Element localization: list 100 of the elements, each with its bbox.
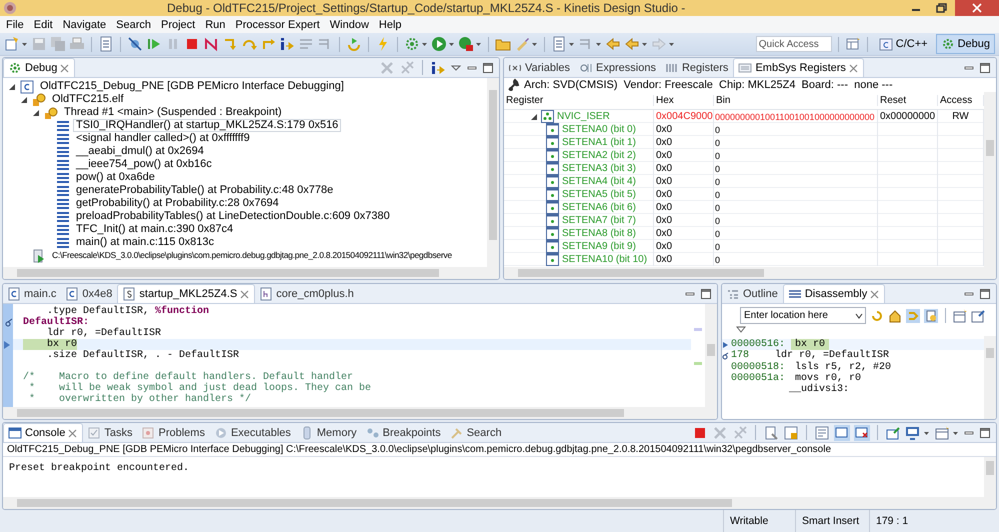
register-name[interactable]: SETENA2 (bit 2) bbox=[562, 150, 636, 161]
tree-item[interactable]: OldTFC215.elf bbox=[49, 93, 127, 106]
last-edit-icon[interactable] bbox=[605, 36, 621, 52]
maximize-icon[interactable] bbox=[482, 62, 494, 74]
menu-item[interactable]: Search bbox=[111, 16, 156, 32]
scroll-bar[interactable] bbox=[3, 497, 996, 509]
tree-item[interactable]: C:\Freescale\KDS_3.0.0\eclipse\plugins\com.pemicro.debug.gdbjtag.pne_2.0.8.201504092111\win32\pegdbserve bbox=[49, 249, 455, 262]
scroll-bar[interactable] bbox=[504, 267, 996, 279]
tree-item[interactable]: Thread #1 <main> (Suspended : Breakpoint) bbox=[61, 106, 285, 119]
new-view-icon[interactable] bbox=[953, 308, 967, 322]
register-name[interactable]: NVIC_ISER bbox=[557, 111, 610, 122]
document-icon[interactable] bbox=[98, 36, 114, 52]
tab[interactable]: Console bbox=[3, 423, 84, 442]
menu-item[interactable]: Help bbox=[374, 16, 407, 32]
word-wrap-icon[interactable] bbox=[814, 424, 830, 440]
tab[interactable]: main.c bbox=[3, 284, 62, 303]
scroll-bar[interactable] bbox=[984, 92, 996, 267]
quick-access-field[interactable]: Quick Access bbox=[756, 36, 832, 52]
gear-icon[interactable] bbox=[404, 36, 420, 52]
register-name[interactable]: SETENA0 (bit 0) bbox=[562, 124, 636, 135]
new-file-icon[interactable] bbox=[4, 36, 20, 52]
tab[interactable]: startup_MKL25Z4.S bbox=[117, 284, 256, 303]
close-icon[interactable] bbox=[240, 290, 250, 298]
tab[interactable]: Disassembly bbox=[782, 284, 886, 303]
menu-item[interactable]: Run bbox=[200, 16, 230, 32]
tree-item[interactable]: OldTFC215_Debug_PNE [GDB PEMicro Interface Debugging] bbox=[37, 80, 347, 93]
scroll-bar[interactable] bbox=[3, 407, 717, 419]
tab[interactable]: Variables bbox=[504, 58, 576, 77]
tree-item[interactable]: preloadProbabilityTables() at LineDetectionDouble.c:609 0x7380 bbox=[73, 210, 393, 223]
register-name[interactable]: SETENA4 (bit 4) bbox=[562, 176, 636, 187]
column-header[interactable]: Reset bbox=[878, 95, 938, 106]
tab[interactable]: Search bbox=[446, 423, 507, 442]
tab[interactable]: Problems bbox=[137, 423, 210, 442]
perspective-button[interactable]: C/C++ bbox=[874, 34, 933, 54]
tree-item[interactable]: pow() at 0xa6de bbox=[73, 171, 158, 184]
close-icon[interactable] bbox=[870, 290, 880, 298]
instruction-step-icon[interactable] bbox=[430, 60, 446, 76]
back-icon[interactable] bbox=[624, 36, 640, 52]
maximize-icon[interactable] bbox=[700, 288, 712, 300]
source-toggle-icon[interactable] bbox=[924, 308, 938, 322]
tab[interactable]: Executables bbox=[210, 423, 296, 442]
scroll-bar[interactable] bbox=[984, 457, 996, 497]
instruction-step-icon[interactable] bbox=[279, 36, 295, 52]
maximize-icon[interactable] bbox=[979, 288, 991, 300]
column-header[interactable]: Hex bbox=[654, 95, 714, 106]
scroll-bar[interactable] bbox=[487, 78, 499, 267]
stop-icon[interactable] bbox=[184, 36, 200, 52]
scroll-bar[interactable] bbox=[984, 336, 996, 419]
register-name[interactable]: SETENA5 (bit 5) bbox=[562, 189, 636, 200]
tab[interactable]: Outline bbox=[722, 284, 783, 303]
tree-item[interactable]: __aeabi_dmul() at 0x2694 bbox=[73, 145, 207, 158]
maximize-icon[interactable] bbox=[979, 62, 991, 74]
pin-console-icon[interactable] bbox=[885, 424, 901, 440]
register-name[interactable]: SETENA1 (bit 1) bbox=[562, 137, 636, 148]
tab[interactable]: Memory bbox=[296, 423, 362, 442]
perspective-button[interactable]: Debug bbox=[936, 34, 995, 54]
scroll-bar[interactable] bbox=[705, 304, 717, 407]
register-name[interactable]: SETENA6 (bit 6) bbox=[562, 202, 636, 213]
menu-item[interactable]: File bbox=[1, 16, 29, 32]
open-perspective-icon[interactable] bbox=[844, 36, 861, 52]
tab[interactable]: Debug bbox=[3, 58, 76, 77]
register-name[interactable]: SETENA10 (bit 10) bbox=[562, 254, 648, 265]
run-icon[interactable] bbox=[431, 36, 447, 52]
close-icon[interactable] bbox=[848, 64, 858, 72]
menu-item[interactable]: Edit bbox=[28, 16, 58, 32]
tab[interactable]: Registers bbox=[660, 58, 734, 77]
tree-item[interactable]: TFC_Init() at main.c:390 0x87c4 bbox=[73, 223, 236, 236]
reload-icon[interactable] bbox=[346, 36, 362, 52]
external-tools-icon[interactable] bbox=[458, 36, 474, 52]
column-header[interactable]: Bin bbox=[714, 95, 878, 106]
tree-item[interactable]: generateProbabilityTable() at Probability.c:48 0x778e bbox=[73, 184, 336, 197]
tree-item[interactable]: main() at main.c:115 0x813c bbox=[73, 236, 217, 249]
tab[interactable]: Breakpoints bbox=[362, 423, 446, 442]
home-icon[interactable] bbox=[888, 308, 902, 322]
register-name[interactable]: SETENA3 (bit 3) bbox=[562, 163, 636, 174]
tree-item[interactable]: <signal handler called>() at 0xfffffff9 bbox=[73, 132, 253, 145]
menu-item[interactable]: Project bbox=[156, 16, 200, 32]
close-button[interactable] bbox=[955, 0, 999, 16]
register-name[interactable]: SETENA7 (bit 7) bbox=[562, 215, 636, 226]
show-on-output-icon[interactable] bbox=[834, 424, 850, 440]
menu-item[interactable]: Processor Expert bbox=[230, 16, 325, 32]
tab[interactable]: 0x4e8 bbox=[61, 284, 118, 303]
clear-console-icon[interactable] bbox=[763, 424, 779, 440]
open-console-icon[interactable] bbox=[934, 424, 950, 440]
expand-icon[interactable] bbox=[530, 112, 538, 122]
scroll-bar[interactable] bbox=[3, 267, 499, 279]
register-name[interactable]: SETENA8 (bit 8) bbox=[562, 228, 636, 239]
view-menu-icon[interactable] bbox=[736, 326, 746, 334]
tree-item[interactable]: __ieee754_pow() at 0xb16c bbox=[73, 158, 215, 171]
maximize-icon[interactable] bbox=[979, 426, 991, 438]
breakpoint-marker-icon[interactable] bbox=[722, 352, 729, 360]
display-console-icon[interactable] bbox=[905, 424, 921, 440]
tree-item[interactable]: TSI0_IRQHandler() at startup_MKL25Z4.S:179 0x516 bbox=[73, 119, 342, 132]
scroll-lock-icon[interactable] bbox=[783, 424, 799, 440]
close-icon[interactable] bbox=[68, 428, 78, 438]
tab[interactable]: Tasks bbox=[83, 423, 138, 442]
pin-view-icon[interactable] bbox=[971, 308, 985, 322]
breakpoint-marker-icon[interactable] bbox=[3, 318, 13, 328]
document-icon[interactable] bbox=[551, 36, 567, 52]
menu-item[interactable]: Window bbox=[324, 16, 374, 32]
